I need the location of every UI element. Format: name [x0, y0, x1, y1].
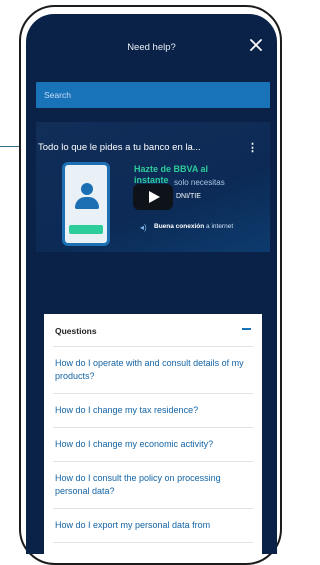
person-body-shape: [75, 197, 99, 209]
play-button[interactable]: [133, 184, 173, 210]
question-link[interactable]: How do I export my personal data from: [53, 509, 253, 543]
promo-tag: DNI/TIE: [176, 193, 201, 200]
question-link[interactable]: How do I change my economic activity?: [53, 428, 253, 462]
connection-icon: ◂): [140, 223, 147, 232]
promo-connection-bold: Buena conexión: [154, 223, 205, 230]
search-placeholder: Search: [44, 90, 71, 100]
question-link[interactable]: How do I consult the policy on processin…: [53, 462, 253, 509]
promo-connection: Buena conexión a internet: [154, 223, 233, 230]
more-options-icon[interactable]: ⋮: [247, 141, 258, 154]
promo-subtitle: solo necesitas: [174, 178, 225, 187]
video-player[interactable]: Todo lo que le pides a tu banco en la...…: [36, 122, 270, 252]
question-link[interactable]: How do I operate with and consult detail…: [53, 347, 253, 394]
promo-connection-rest: a internet: [206, 223, 234, 230]
app-screen: Need help? Search Todo lo que le pides a…: [26, 14, 277, 554]
question-link[interactable]: How do I change my tax residence?: [53, 394, 253, 428]
video-title: Todo lo que le pides a tu banco en la...: [38, 142, 201, 153]
phone-illustration: [62, 162, 110, 246]
questions-header[interactable]: Questions: [53, 314, 253, 347]
questions-panel: Questions How do I operate with and cons…: [44, 314, 262, 554]
person-head-shape: [81, 183, 93, 195]
page-title: Need help?: [127, 42, 176, 53]
collapse-icon[interactable]: [242, 328, 251, 330]
close-icon[interactable]: [247, 36, 265, 54]
check-bar-shape: [69, 225, 103, 234]
questions-title: Questions: [55, 326, 97, 336]
search-input[interactable]: Search: [36, 82, 270, 108]
help-header: Need help?: [26, 14, 277, 74]
